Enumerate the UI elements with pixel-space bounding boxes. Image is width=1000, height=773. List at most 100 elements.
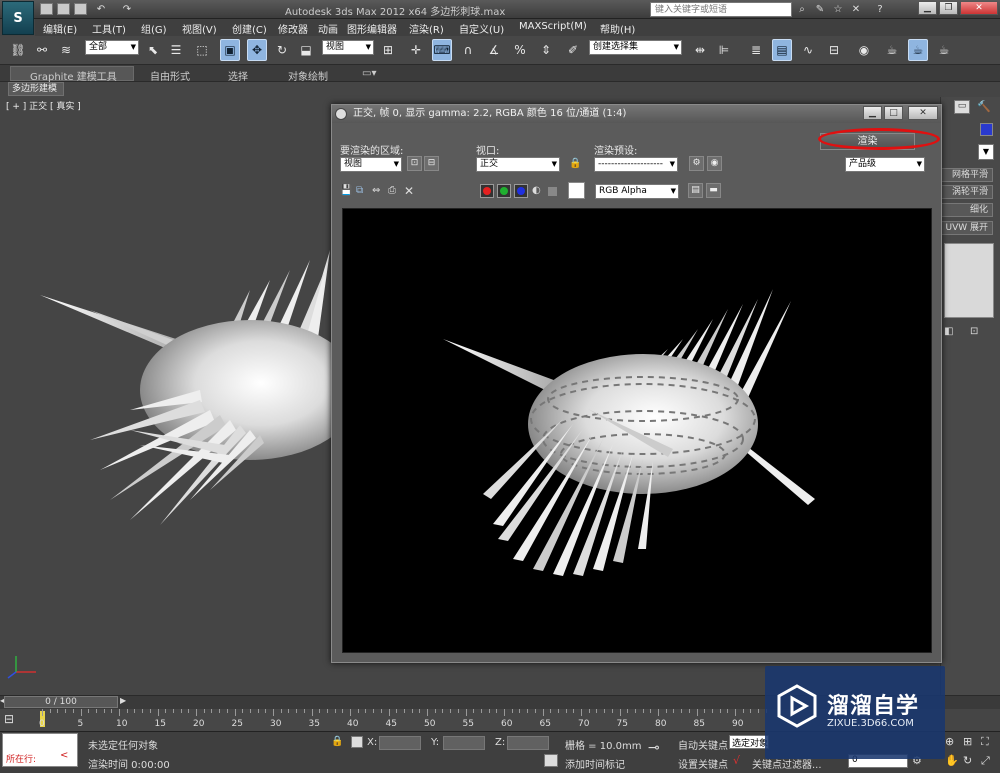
rendered-frame-window-icon[interactable]: ☕	[908, 39, 928, 61]
reference-coord-select[interactable]: 视图 ▼	[322, 40, 374, 55]
close-button[interactable]: ✕	[960, 1, 998, 15]
tab-freeform[interactable]: 自由形式	[150, 68, 190, 83]
zoom-all-icon[interactable]: ⊞	[963, 735, 972, 748]
viewport-label[interactable]: [ + ] 正交 [ 真实 ]	[6, 99, 81, 112]
zoom-icon[interactable]: ⊕	[945, 735, 954, 748]
set-key-label[interactable]: 设置关键点	[678, 756, 728, 771]
undo-icon[interactable]: ↶	[94, 3, 108, 16]
percent-snap-icon[interactable]: %	[510, 39, 530, 61]
menu-graph-editors[interactable]: 图形编辑器	[347, 21, 397, 36]
track-bar[interactable]: ⊟ 0 5 10 15 20 25 30 35 40 45 50 55 60 65 70 75 80 85 90	[0, 709, 767, 731]
tab-object-paint[interactable]: 对象绘制	[288, 68, 328, 83]
selection-filter-select[interactable]: 全部 ▼	[85, 40, 139, 55]
key-filter-icon[interactable]: √	[733, 754, 740, 767]
spinner-snap-icon[interactable]: ⇕	[536, 39, 556, 61]
modifier-tessellate[interactable]: 细化	[940, 203, 993, 217]
select-scale-icon[interactable]: ⬓	[296, 39, 316, 61]
modifier-meshsmooth[interactable]: 网格平滑	[940, 168, 993, 182]
swatch-color-box[interactable]	[568, 182, 585, 199]
alpha-channel-icon[interactable]: ◐	[532, 185, 542, 197]
print-image-icon[interactable]: ⎙	[388, 185, 400, 197]
x-coordinate-field[interactable]	[379, 736, 421, 750]
window-crossing-icon[interactable]: ▣	[220, 39, 240, 61]
auto-key-label[interactable]: 自动关键点	[678, 737, 728, 752]
production-level-select[interactable]: 产品级 ▼	[845, 157, 925, 172]
lock-viewport-icon[interactable]: 🔒	[569, 158, 581, 171]
layer-manager-icon[interactable]: ≣	[746, 39, 766, 61]
minimize-button[interactable]: ▁	[918, 1, 937, 15]
monochrome-icon[interactable]	[548, 187, 557, 196]
close-icon[interactable]: ✕	[849, 3, 863, 16]
snap-3-icon[interactable]: ∩	[458, 39, 478, 61]
rect-selection-icon[interactable]: ⬚	[192, 39, 212, 61]
red-channel-toggle[interactable]	[480, 184, 494, 198]
ribbon-options-icon[interactable]: ▭▾	[362, 68, 376, 79]
modifier-stack-list[interactable]	[944, 243, 994, 318]
menu-views[interactable]: 视图(V)	[182, 21, 217, 36]
configure-sets-icon[interactable]: ⊡	[970, 326, 984, 340]
new-file-icon[interactable]	[40, 3, 53, 15]
pin-stack-icon[interactable]: ◧	[944, 326, 958, 340]
edit-named-selection-icon[interactable]: ✐	[563, 39, 583, 61]
menu-tools[interactable]: 工具(T)	[92, 21, 126, 36]
y-coordinate-field[interactable]	[443, 736, 485, 750]
zoom-extents-icon[interactable]: ⛶	[981, 735, 989, 749]
toggle-ui-icon[interactable]: ▬	[706, 183, 721, 198]
rfw-minimize-button[interactable]: ▁	[863, 106, 882, 120]
area-to-render-select[interactable]: 视图 ▼	[340, 157, 402, 172]
environment-effects-icon[interactable]: ◉	[707, 156, 722, 171]
bind-space-warp-icon[interactable]: ≋	[56, 39, 76, 61]
redo-icon[interactable]: ↷	[120, 3, 134, 16]
named-selection-select[interactable]: 创建选择集 ▼	[589, 40, 682, 55]
mirror-icon[interactable]: ⇹	[690, 39, 710, 61]
angle-snap-icon[interactable]: ∡	[484, 39, 504, 61]
key-icon[interactable]: ⊸	[648, 740, 660, 756]
select-by-name-icon[interactable]: ☰	[166, 39, 186, 61]
rfw-maximize-button[interactable]: □	[884, 106, 903, 120]
key-mode-select[interactable]: 选定对象	[729, 735, 769, 749]
subtab-polygon-modeling[interactable]: 多边形建模	[8, 82, 64, 96]
material-editor-icon[interactable]: ◉	[854, 39, 874, 61]
edit-region-icon[interactable]: ⊡	[407, 156, 422, 171]
menu-customize[interactable]: 自定义(U)	[459, 21, 504, 36]
render-preset-select[interactable]: -------------------- ▼	[594, 157, 678, 172]
clear-image-icon[interactable]: ✕	[404, 184, 416, 198]
open-file-icon[interactable]	[57, 3, 70, 15]
menu-maxscript[interactable]: MAXScript(M)	[519, 21, 587, 32]
menu-help[interactable]: 帮助(H)	[600, 21, 635, 36]
toggle-ui-overlay-icon[interactable]: ▤	[688, 183, 703, 198]
maximize-viewport-icon[interactable]: ⤢	[981, 754, 990, 768]
render-setup-icon[interactable]: ☕	[882, 39, 902, 61]
save-image-icon[interactable]: 💾	[340, 185, 352, 197]
object-color-swatch[interactable]	[980, 123, 993, 136]
tab-selection[interactable]: 选择	[228, 68, 248, 83]
help-icon[interactable]: ?	[873, 3, 887, 16]
binoculars-icon[interactable]: ⌕	[795, 3, 809, 16]
modifier-uvw-unwrap[interactable]: UVW 展开	[940, 221, 993, 235]
green-channel-toggle[interactable]	[497, 184, 511, 198]
z-coordinate-field[interactable]	[507, 736, 549, 750]
orbit-icon[interactable]: ↻	[963, 754, 972, 767]
add-time-tag-label[interactable]: 添加时间标记	[565, 756, 625, 771]
selection-lock-icon[interactable]: 🔒	[331, 736, 343, 747]
save-file-icon[interactable]	[74, 3, 87, 15]
modifier-list-dropdown[interactable]: ▼	[978, 144, 994, 160]
star-icon[interactable]: ☆	[831, 3, 845, 16]
link-icon[interactable]: ⛓	[8, 39, 28, 61]
next-frame-arrow-icon[interactable]: ▶	[120, 696, 127, 708]
render-production-icon[interactable]: ☕	[934, 39, 954, 61]
curve-editor-icon[interactable]: ∿	[798, 39, 818, 61]
tools-icon[interactable]: ✎	[813, 3, 827, 16]
viewport-spiky-ball[interactable]	[30, 240, 340, 530]
menu-group[interactable]: 组(G)	[141, 21, 167, 36]
pan-icon[interactable]: ✋	[945, 754, 959, 767]
restore-button[interactable]: ❐	[939, 1, 958, 15]
keyboard-shortcut-icon[interactable]: ⌨	[432, 39, 452, 61]
search-input[interactable]: 键入关键字或短语	[650, 2, 792, 17]
menu-edit[interactable]: 编辑(E)	[43, 21, 77, 36]
tab-graphite[interactable]: Graphite 建模工具	[30, 68, 117, 83]
app-logo[interactable]: S	[2, 1, 34, 35]
blue-channel-toggle[interactable]	[514, 184, 528, 198]
schematic-view-icon[interactable]: ⊟	[824, 39, 844, 61]
rfw-close-button[interactable]: ✕	[908, 106, 938, 120]
